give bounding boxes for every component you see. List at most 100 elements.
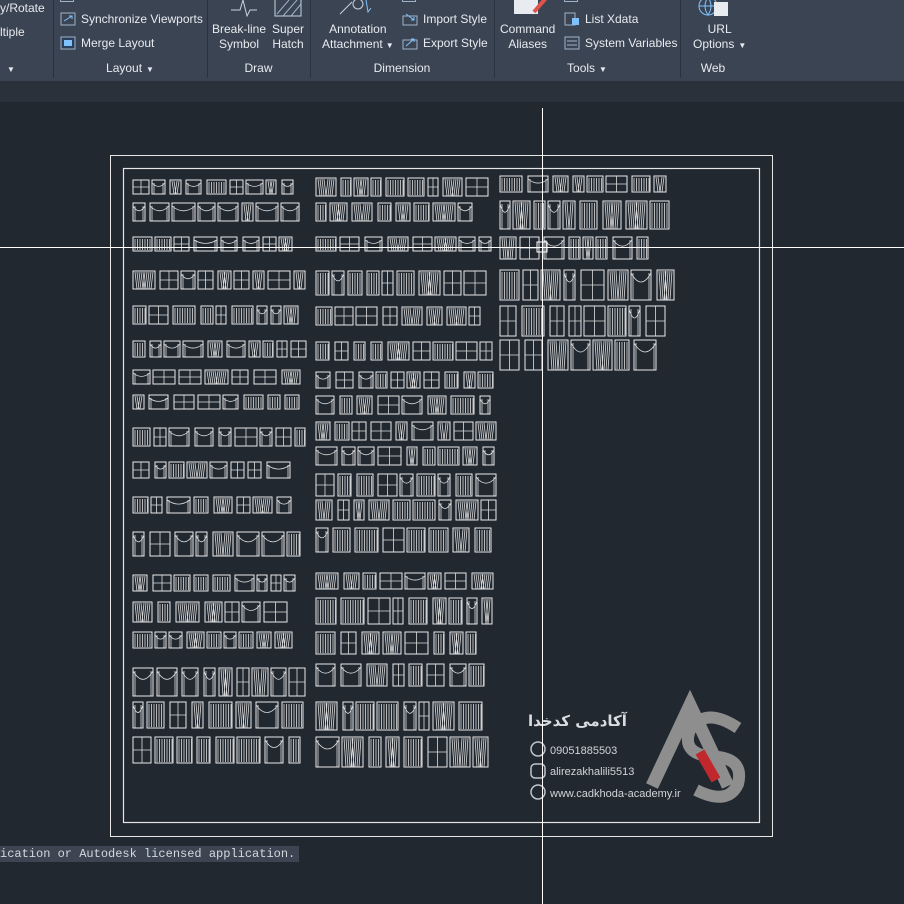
curtain-block <box>342 701 354 731</box>
break-line-symbol-button[interactable]: Break-line Symbol <box>212 22 266 52</box>
tools-panel-label[interactable]: Tools ▼ <box>494 61 680 75</box>
curtain-block <box>356 473 374 497</box>
curtain-block <box>404 631 429 655</box>
layout-panel-title: Layout <box>106 61 143 75</box>
curtain-block <box>149 340 162 358</box>
curtain-block <box>263 601 288 623</box>
curtain-block <box>132 667 154 697</box>
export-style-label: Export Style <box>423 36 488 50</box>
curtain-block <box>173 574 191 592</box>
curtain-block <box>220 236 238 252</box>
curtain-block <box>154 461 167 479</box>
curtain-block <box>633 339 657 371</box>
tools-icon <box>564 0 578 2</box>
draw-panel-label: Draw <box>207 61 310 75</box>
list-xdata-icon <box>564 12 579 26</box>
tools-top-button[interactable] <box>564 0 583 2</box>
list-xdata-button[interactable]: List Xdata <box>564 12 638 26</box>
curtain-block <box>446 306 467 326</box>
curtain-block <box>354 527 379 553</box>
curtain-block <box>339 395 353 415</box>
super-hatch-icon <box>274 0 302 17</box>
annotation-attachment-button[interactable]: Annotation Attachment ▼ <box>322 22 394 53</box>
curtain-block <box>521 305 545 337</box>
curtain-block <box>315 270 330 296</box>
curtain-block <box>422 446 436 466</box>
curtain-block <box>270 574 282 592</box>
drawing-canvas[interactable]: آکادمی کدخدا 09051885503 alirezakhalili5… <box>0 102 904 904</box>
curtain-block <box>477 371 494 389</box>
curtain-block <box>466 597 478 625</box>
export-style-button[interactable]: Export Style <box>402 36 488 50</box>
tools-panel: Command Aliases List Xdata System Variab… <box>494 0 681 78</box>
curtain-block <box>527 175 549 193</box>
url-options-label-1: URL <box>707 22 732 36</box>
curtain-block <box>194 427 214 447</box>
curtain-block <box>468 306 481 326</box>
curtain-block <box>280 202 300 222</box>
curtain-block <box>351 202 373 222</box>
curtain-block <box>315 572 339 590</box>
curtain-block <box>341 446 356 466</box>
sync-viewports-button[interactable]: Synchronize Viewports <box>60 12 203 26</box>
curtain-block <box>416 473 436 497</box>
curtain-block <box>332 527 351 553</box>
curtain-block <box>222 394 239 410</box>
curtain-block <box>315 421 331 441</box>
layout-panel-label[interactable]: Layout ▼ <box>53 61 207 75</box>
curtain-block <box>264 736 284 764</box>
curtain-block <box>385 177 405 197</box>
curtain-block <box>586 175 604 193</box>
super-hatch-label-1: Super <box>272 22 305 36</box>
watermark-phone: 09051885503 <box>550 745 617 757</box>
curtain-block <box>186 631 205 649</box>
curtain-block <box>368 736 382 768</box>
import-style-button[interactable]: Import Style <box>402 12 487 26</box>
system-variables-button[interactable]: System Variables <box>564 36 677 50</box>
curtain-block <box>132 236 153 252</box>
command-aliases-button[interactable]: Command Aliases <box>500 22 555 52</box>
curtain-block <box>234 427 258 447</box>
curtain-block <box>367 597 391 625</box>
curtain-block <box>458 701 483 731</box>
curtain-block <box>182 340 204 358</box>
curtain-block <box>150 496 163 514</box>
curtain-block <box>412 341 431 361</box>
curtain-block <box>151 179 166 195</box>
curtain-block <box>462 446 478 466</box>
curtain-block <box>552 175 569 193</box>
curtain-block <box>315 663 336 687</box>
curtain-block <box>197 270 214 290</box>
curtain-block <box>449 631 464 655</box>
drawing-area[interactable]: آکادمی کدخدا 09051885503 alirezakhalili5… <box>0 102 904 904</box>
curtain-block <box>191 701 204 729</box>
curtain-block <box>329 202 348 222</box>
dimension-top-button[interactable] <box>402 0 421 2</box>
curtain-block <box>340 597 365 625</box>
curtain-block <box>390 371 405 389</box>
curtain-block <box>499 175 523 193</box>
curtain-block <box>169 179 182 195</box>
chevron-down-icon: ▼ <box>385 41 394 50</box>
command-line[interactable]: ication or Autodesk licensed application… <box>0 846 300 862</box>
curtain-block <box>176 736 193 764</box>
curtain-block <box>540 269 561 301</box>
curtain-block <box>444 572 467 590</box>
url-options-button[interactable]: URL Options ▼ <box>693 22 746 53</box>
curtain-block <box>132 305 147 325</box>
curtain-block <box>364 236 383 252</box>
curtain-block <box>229 179 244 195</box>
sync-viewports-icon <box>60 12 76 26</box>
curtain-block <box>226 340 246 358</box>
web-panel-label: Web <box>680 61 746 75</box>
layout-top-button[interactable] <box>60 0 79 2</box>
super-hatch-button[interactable]: Super Hatch <box>272 22 304 52</box>
curtain-block <box>236 667 250 697</box>
multiple-button[interactable]: ltiple <box>0 25 25 39</box>
sync-viewports-label: Synchronize Viewports <box>81 12 203 26</box>
tools-panel-title: Tools <box>567 61 596 75</box>
modify-panel-expander[interactable]: ▼ <box>3 61 53 75</box>
curtain-block <box>401 306 423 326</box>
scale-rotate-button[interactable]: y/Rotate <box>0 1 45 15</box>
merge-layout-button[interactable]: Merge Layout <box>60 36 154 50</box>
